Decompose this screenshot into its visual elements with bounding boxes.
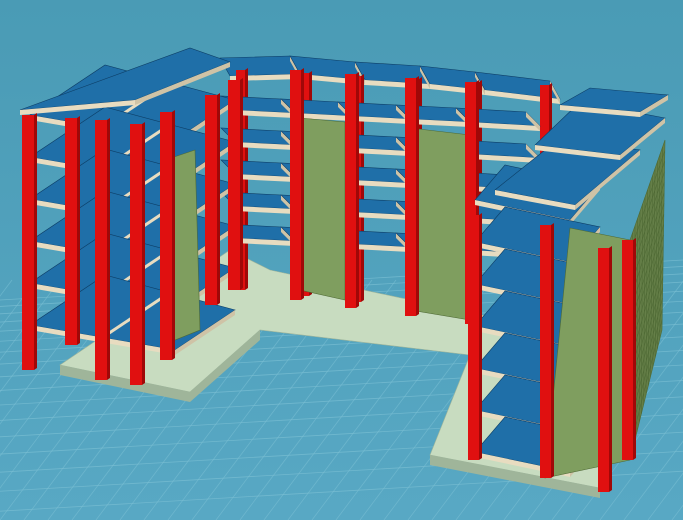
right-column-side <box>551 223 554 478</box>
right-column-front <box>540 225 551 478</box>
center-column-side <box>416 76 419 316</box>
left-column-side <box>107 118 110 380</box>
center-wall-left <box>299 117 346 301</box>
right-column-side <box>479 213 482 460</box>
building-model-scene[interactable] <box>0 0 683 520</box>
right-column-front <box>622 240 633 460</box>
center-column-front <box>405 78 416 316</box>
right-column-front <box>468 215 479 460</box>
left-column-front <box>130 124 142 385</box>
3d-viewport[interactable] <box>0 0 683 520</box>
left-column-side <box>77 116 80 345</box>
left-column-front <box>22 115 34 370</box>
left-column-front <box>65 118 77 345</box>
right-column-side <box>609 246 612 492</box>
right-column-side <box>633 238 636 460</box>
left-column-front <box>228 80 240 290</box>
center-column-front <box>290 70 301 300</box>
right-column-front <box>598 248 609 492</box>
left-column-front <box>160 112 172 360</box>
center-column-side <box>356 72 359 308</box>
left-column-front <box>205 95 217 305</box>
center-column-front <box>345 74 356 308</box>
left-column-front <box>95 120 107 380</box>
left-column-side <box>142 122 145 385</box>
left-column-side <box>240 78 243 290</box>
left-column-side <box>172 110 175 360</box>
roof-slab-top <box>219 55 301 77</box>
left-column-side <box>34 113 37 370</box>
left-column-side <box>217 93 220 305</box>
center-column-side <box>301 68 304 300</box>
